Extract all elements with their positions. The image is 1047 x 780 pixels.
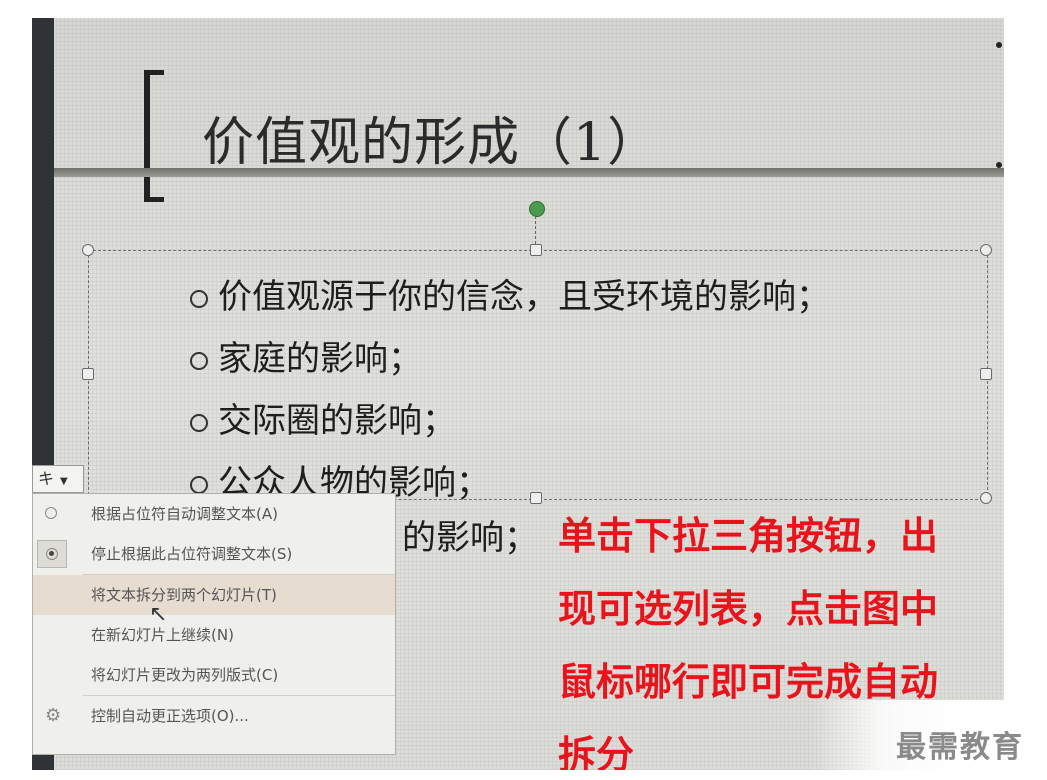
slide-title[interactable]: 价值观的形成（1） (202, 100, 660, 175)
bullet-circle-icon (190, 476, 208, 494)
watermark-text: 最需教育 (896, 730, 1024, 765)
menu-item-autofit-text[interactable]: 根据占位符自动调整文本(A) (33, 494, 395, 534)
partial-bullet-text: 的影响； (402, 518, 538, 558)
bullet-item[interactable]: 交际圈的影响； (190, 390, 830, 452)
menu-item-continue-new-slide[interactable]: 在新幻灯片上继续(N) (33, 615, 395, 655)
autocorrect-gear-icon: ⚙ (45, 705, 62, 726)
annotation-line: 单击下拉三角按钮，出 (558, 514, 939, 558)
chevron-down-icon[interactable]: ▼ (60, 476, 68, 487)
title-divider (54, 168, 1004, 177)
annotation-line: 现可选列表，点击图中 (558, 587, 939, 631)
title-bracket-decoration (144, 70, 164, 202)
radio-selected-icon (46, 548, 58, 560)
bullet-circle-icon (190, 414, 208, 432)
resize-handle-top[interactable] (530, 244, 542, 256)
resize-handle-right[interactable] (980, 368, 992, 380)
bullet-item[interactable]: 家庭的影响； (190, 328, 830, 390)
rotate-handle-line (535, 216, 536, 244)
radio-selected-frame (37, 540, 67, 568)
autofit-options-menu: 根据占位符自动调整文本(A) 停止根据此占位符调整文本(S) 将文本拆分到两个幻… (32, 493, 396, 755)
bullet-list[interactable]: 价值观源于你的信念，且受环境的影响； 家庭的影响； 交际圈的影响； 公众人物的影… (190, 266, 830, 514)
autofit-options-button[interactable]: キ ▼ (32, 465, 84, 493)
bullet-circle-icon (190, 352, 208, 370)
resize-handle-top-left[interactable] (82, 244, 94, 256)
menu-item-stop-autofit[interactable]: 停止根据此占位符调整文本(S) (33, 534, 395, 574)
edge-dot (996, 162, 1002, 168)
resize-handle-top-right[interactable] (980, 244, 992, 256)
slide-photo: 价值观的形成（1） 价值观源于你的信念，且受环境的影响； 家庭的影响； 交际圈的… (32, 18, 1004, 770)
menu-item-two-column-layout[interactable]: 将幻灯片更改为两列版式(C) (33, 655, 395, 695)
radio-icon (45, 507, 57, 519)
menu-item-split-text[interactable]: 将文本拆分到两个幻灯片(T) ↖ (33, 575, 395, 627)
autofit-icon: キ (38, 469, 55, 488)
menu-item-autocorrect-options[interactable]: ⚙ 控制自动更正选项(O)... (33, 696, 395, 736)
resize-handle-left[interactable] (82, 368, 94, 380)
edge-dot (996, 42, 1002, 48)
rotate-handle[interactable] (529, 201, 545, 217)
bullet-circle-icon (190, 290, 208, 308)
bullet-item[interactable]: 价值观源于你的信念，且受环境的影响； (190, 266, 830, 328)
